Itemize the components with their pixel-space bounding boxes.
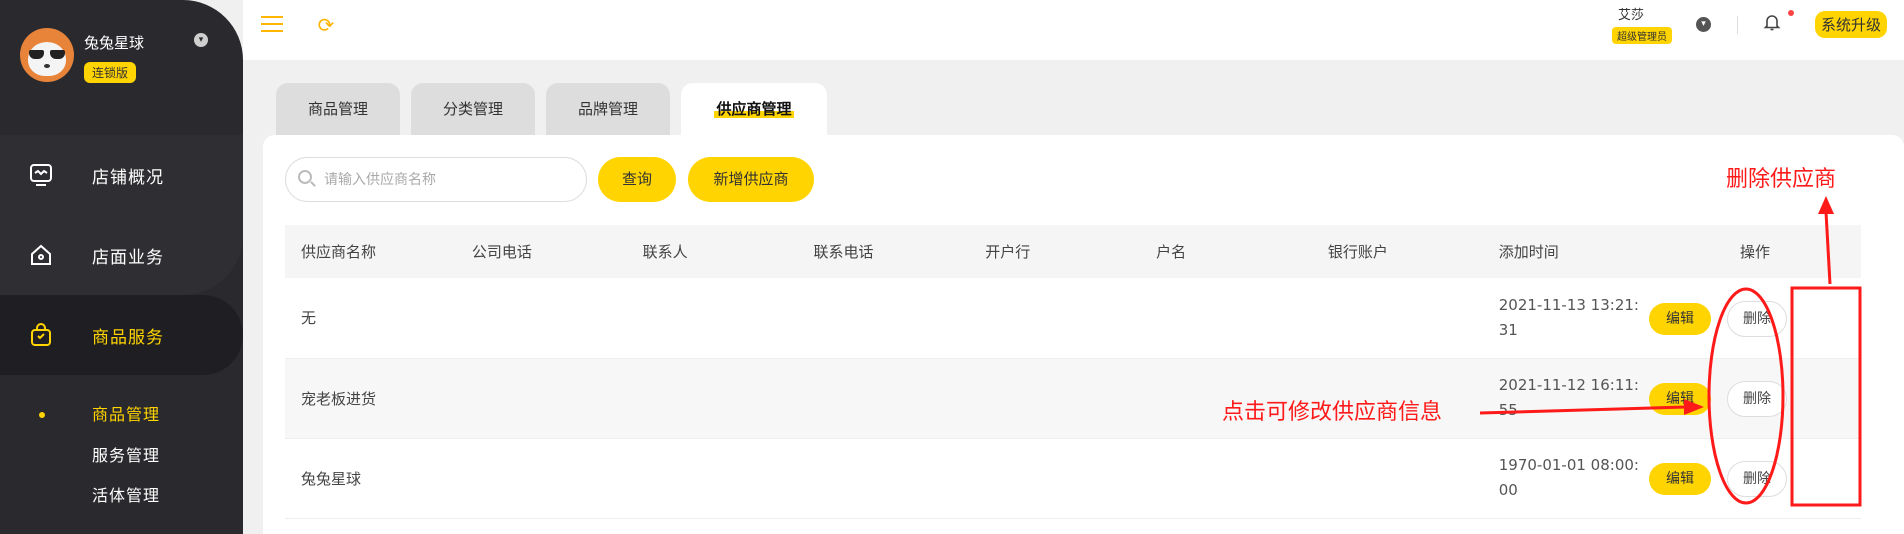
add-supplier-button[interactable]: 新增供应商 [688,157,814,202]
added-time: 1970-01-01 08:00: 00 [1482,438,1649,519]
refresh-icon[interactable]: ⟳ [315,14,337,36]
nav-label: 店面业务 [92,247,164,268]
bag-icon [31,323,51,346]
edit-button[interactable]: 编辑 [1648,302,1711,335]
header-user[interactable]: 艾莎 超级管理员 [1612,4,1672,44]
column-header: 联系人 [626,225,798,278]
subnav-item-livestock[interactable]: 活体管理 [92,482,160,506]
subnav-item-service[interactable]: 服务管理 [92,442,160,466]
menu-icon[interactable] [261,16,283,34]
column-header: 公司电话 [455,225,627,278]
edition-badge: 连锁版 [84,62,137,83]
table-header-row: 供应商名称 公司电话 联系人 联系电话 开户行 户名 银行账户 添加时间 操作 [285,225,1861,278]
nav-item-store-overview[interactable]: 店铺概况 [0,135,243,215]
nav-label: 店铺概况 [92,167,164,188]
home-icon [31,244,51,265]
monitor-icon [30,164,52,186]
tab-supplier-label: 供应商管理 [714,100,794,118]
bell-icon[interactable] [1763,12,1781,32]
supplier-table: 供应商名称 公司电话 联系人 联系电话 开户行 户名 银行账户 添加时间 操作 … [285,225,1861,519]
avatar [20,28,74,82]
tab-goods[interactable]: 商品管理 [276,83,400,135]
search-input[interactable] [285,157,587,202]
column-header: 银行账户 [1311,225,1483,278]
supplier-name: 宠老板进货 [285,358,456,439]
column-header: 供应商名称 [285,225,456,278]
subnav-item-goods[interactable]: 商品管理 [92,401,160,425]
notification-dot [1788,10,1794,16]
edit-button[interactable]: 编辑 [1648,383,1711,415]
nav-label: 商品服务 [92,327,164,348]
sidebar: 兔兔星球 连锁版 ▾ 店铺概况 店面业务 商品服务 商品管理 服务管理 活体管理 [0,0,243,534]
active-dot-icon [39,412,45,418]
column-header: 联系电话 [797,225,970,278]
column-header: 操作 [1648,225,1861,278]
upgrade-button[interactable]: 系统升级 [1815,11,1888,38]
table-row: 无 2021-11-13 13:21: 31 编辑 删除 [285,278,1861,359]
row-actions: 编辑 删除 [1648,278,1861,359]
table-row: 宠老板进货 2021-11-12 16:11: 55 编辑 删除 [285,358,1861,439]
search-icon [298,170,312,184]
supplier-panel: 查询 新增供应商 供应商名称 公司电话 联系人 联系电话 开户行 户名 银行账户… [263,135,1904,534]
query-button[interactable]: 查询 [598,157,676,202]
user-name: 兔兔星球 [84,34,145,52]
top-header: ⟳ 艾莎 超级管理员 ▾ 系统升级 [243,0,1904,60]
supplier-name: 兔兔星球 [285,438,456,519]
divider [1737,16,1738,34]
user-block[interactable]: 兔兔星球 连锁版 ▾ [20,28,220,88]
header-user-name: 艾莎 [1618,8,1645,23]
edit-annotation: 点击可修改供应商信息 [1222,400,1443,425]
nav-item-store-business[interactable]: 店面业务 [0,215,243,295]
column-header: 添加时间 [1482,225,1649,278]
subnav: 商品管理 服务管理 活体管理 [0,375,243,534]
column-header: 户名 [1140,225,1312,278]
row-actions: 编辑 删除 [1648,358,1861,439]
delete-button[interactable]: 删除 [1726,461,1787,497]
supplier-name: 无 [285,278,456,359]
tab-brand[interactable]: 品牌管理 [546,83,670,135]
added-time: 2021-11-12 16:11: 55 [1482,358,1649,439]
chevron-down-icon[interactable]: ▾ [1696,17,1711,32]
delete-annotation: 删除供应商 [1726,167,1837,192]
edit-button[interactable]: 编辑 [1648,463,1711,495]
row-actions: 编辑 删除 [1648,438,1861,519]
column-header: 开户行 [969,225,1141,278]
delete-button[interactable]: 删除 [1726,381,1787,417]
table-row: 兔兔星球 1970-01-01 08:00: 00 编辑 删除 [285,438,1861,519]
nav-item-goods-service[interactable]: 商品服务 [0,295,243,375]
delete-button[interactable]: 删除 [1726,300,1787,337]
tab-supplier[interactable]: 供应商管理 [681,83,827,135]
tab-category[interactable]: 分类管理 [411,83,535,135]
chevron-down-icon[interactable]: ▾ [194,33,208,47]
added-time: 2021-11-13 13:21: 31 [1482,278,1649,359]
role-badge: 超级管理员 [1612,27,1672,44]
